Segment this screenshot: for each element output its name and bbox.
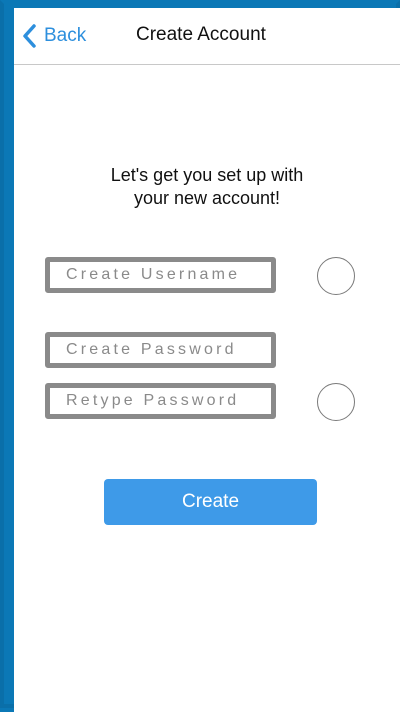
retype-password-placeholder: Retype Password [66, 392, 240, 409]
intro-message: Let's get you set up with your new accou… [14, 164, 400, 210]
password-match-indicator [317, 383, 355, 421]
intro-line-2: your new account! [133, 188, 281, 208]
back-button[interactable]: Back [22, 22, 86, 50]
page-title: Create Account [136, 24, 266, 45]
intro-line-1: Let's get you set up with [110, 165, 304, 185]
password-placeholder: Create Password [66, 341, 237, 358]
device-frame: Back Create Account Let's get you set up… [0, 0, 400, 712]
create-button[interactable]: Create [104, 479, 317, 525]
app-screen: Back Create Account Let's get you set up… [14, 8, 400, 712]
username-field[interactable]: Create Username [45, 257, 276, 293]
retype-password-field[interactable]: Retype Password [45, 383, 276, 419]
back-label: Back [44, 25, 87, 46]
password-field[interactable]: Create Password [45, 332, 276, 368]
navigation-bar: Back Create Account [14, 8, 400, 65]
create-button-label: Create [181, 491, 240, 512]
username-placeholder: Create Username [66, 266, 241, 283]
chevron-left-icon [22, 24, 36, 48]
username-status-indicator [317, 257, 355, 295]
